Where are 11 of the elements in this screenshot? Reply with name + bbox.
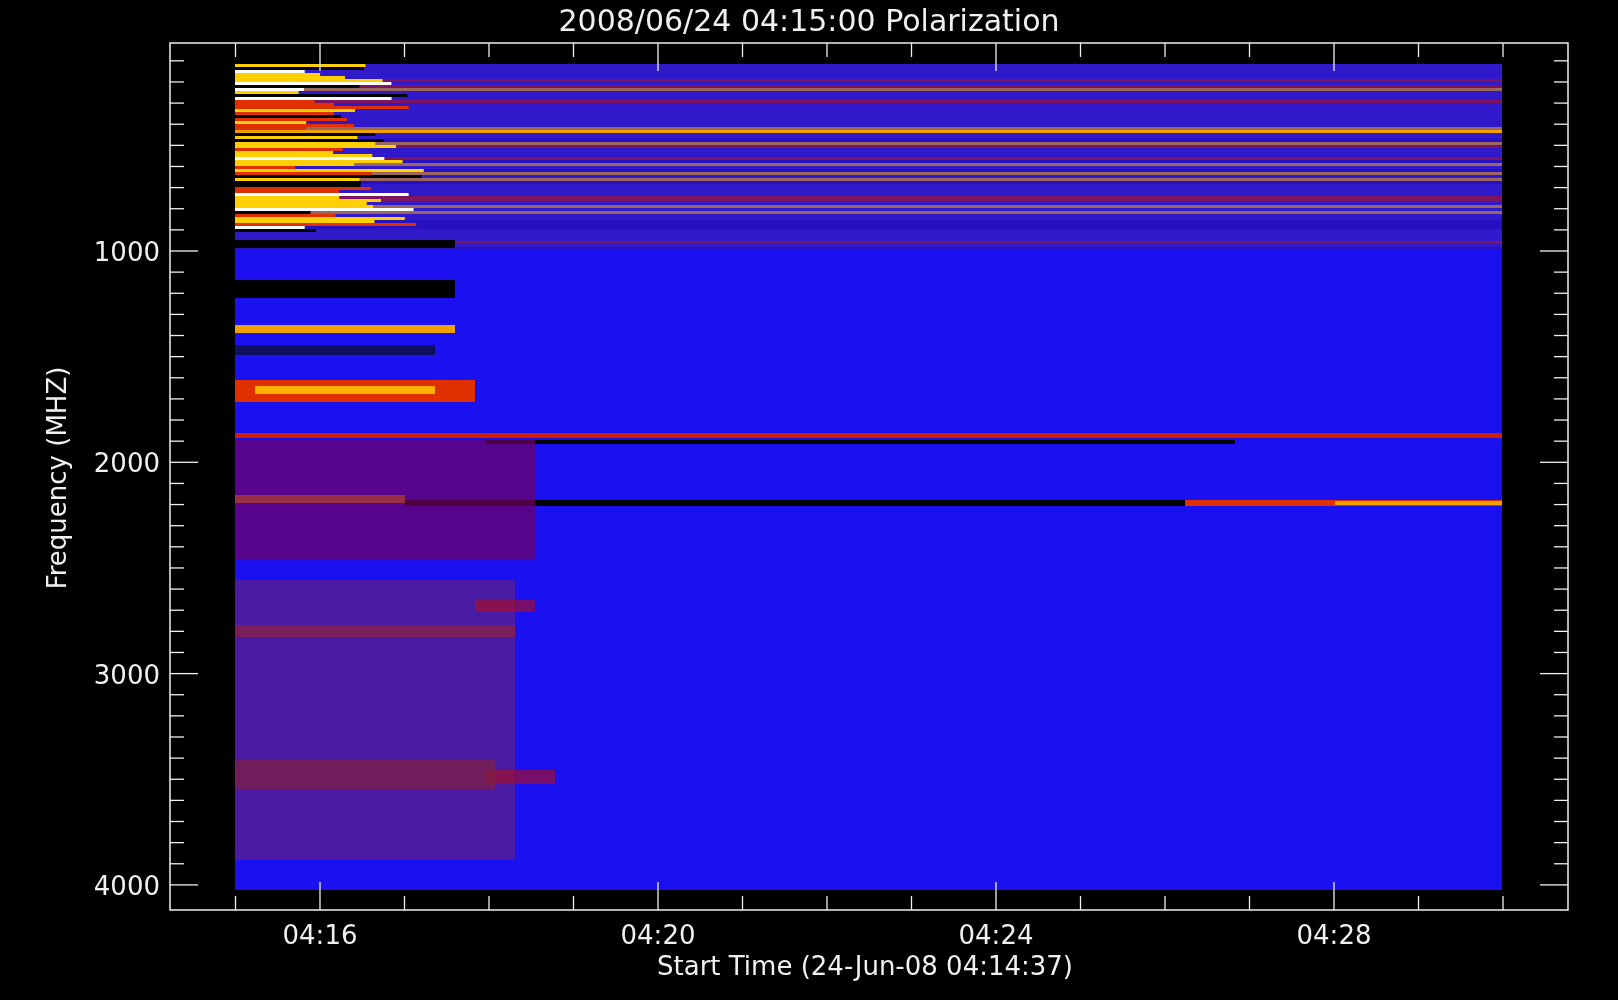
x-tick-label: 04:24 [958,920,1034,950]
chart-title: 2008/06/24 04:15:00 Polarization [558,3,1060,38]
x-axis-label: Start Time (24-Jun-08 04:14:37) [657,951,1073,981]
y-axis-label: Frequency (MHZ) [42,366,72,590]
y-tick-label: 3000 [93,659,160,690]
y-tick-label: 2000 [93,448,160,479]
x-tick-label: 04:28 [1296,920,1372,950]
x-tick-label: 04:20 [620,920,696,950]
x-tick-label: 04:16 [282,920,358,950]
y-tick-label: 4000 [93,870,160,901]
y-tick-label: 1000 [93,237,160,267]
